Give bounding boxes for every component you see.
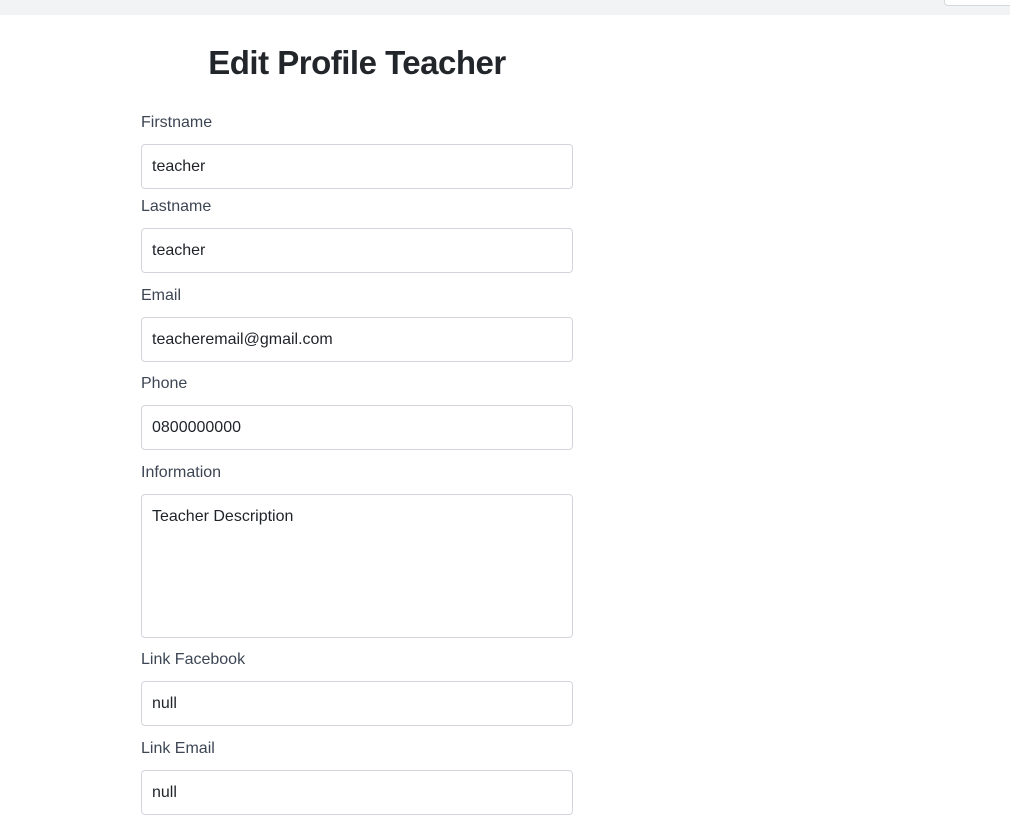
link-facebook-input[interactable] bbox=[141, 681, 573, 726]
link-email-input[interactable] bbox=[141, 770, 573, 815]
link-facebook-label: Link Facebook bbox=[141, 651, 246, 668]
firstname-label: Firstname bbox=[141, 114, 213, 131]
lastname-label: Lastname bbox=[141, 198, 212, 215]
information-textarea[interactable]: Teacher Description bbox=[141, 494, 573, 638]
email-input[interactable] bbox=[141, 317, 573, 362]
phone-input[interactable] bbox=[141, 405, 573, 450]
lastname-input[interactable] bbox=[141, 228, 573, 273]
link-email-label: Link Email bbox=[141, 740, 215, 757]
top-right-control[interactable] bbox=[944, 0, 1010, 6]
email-label: Email bbox=[141, 287, 182, 304]
phone-label: Phone bbox=[141, 375, 188, 392]
top-bar bbox=[0, 0, 1010, 15]
firstname-input[interactable] bbox=[141, 144, 573, 189]
page-title: Edit Profile Teacher bbox=[208, 44, 506, 81]
information-label: Information bbox=[141, 464, 222, 481]
